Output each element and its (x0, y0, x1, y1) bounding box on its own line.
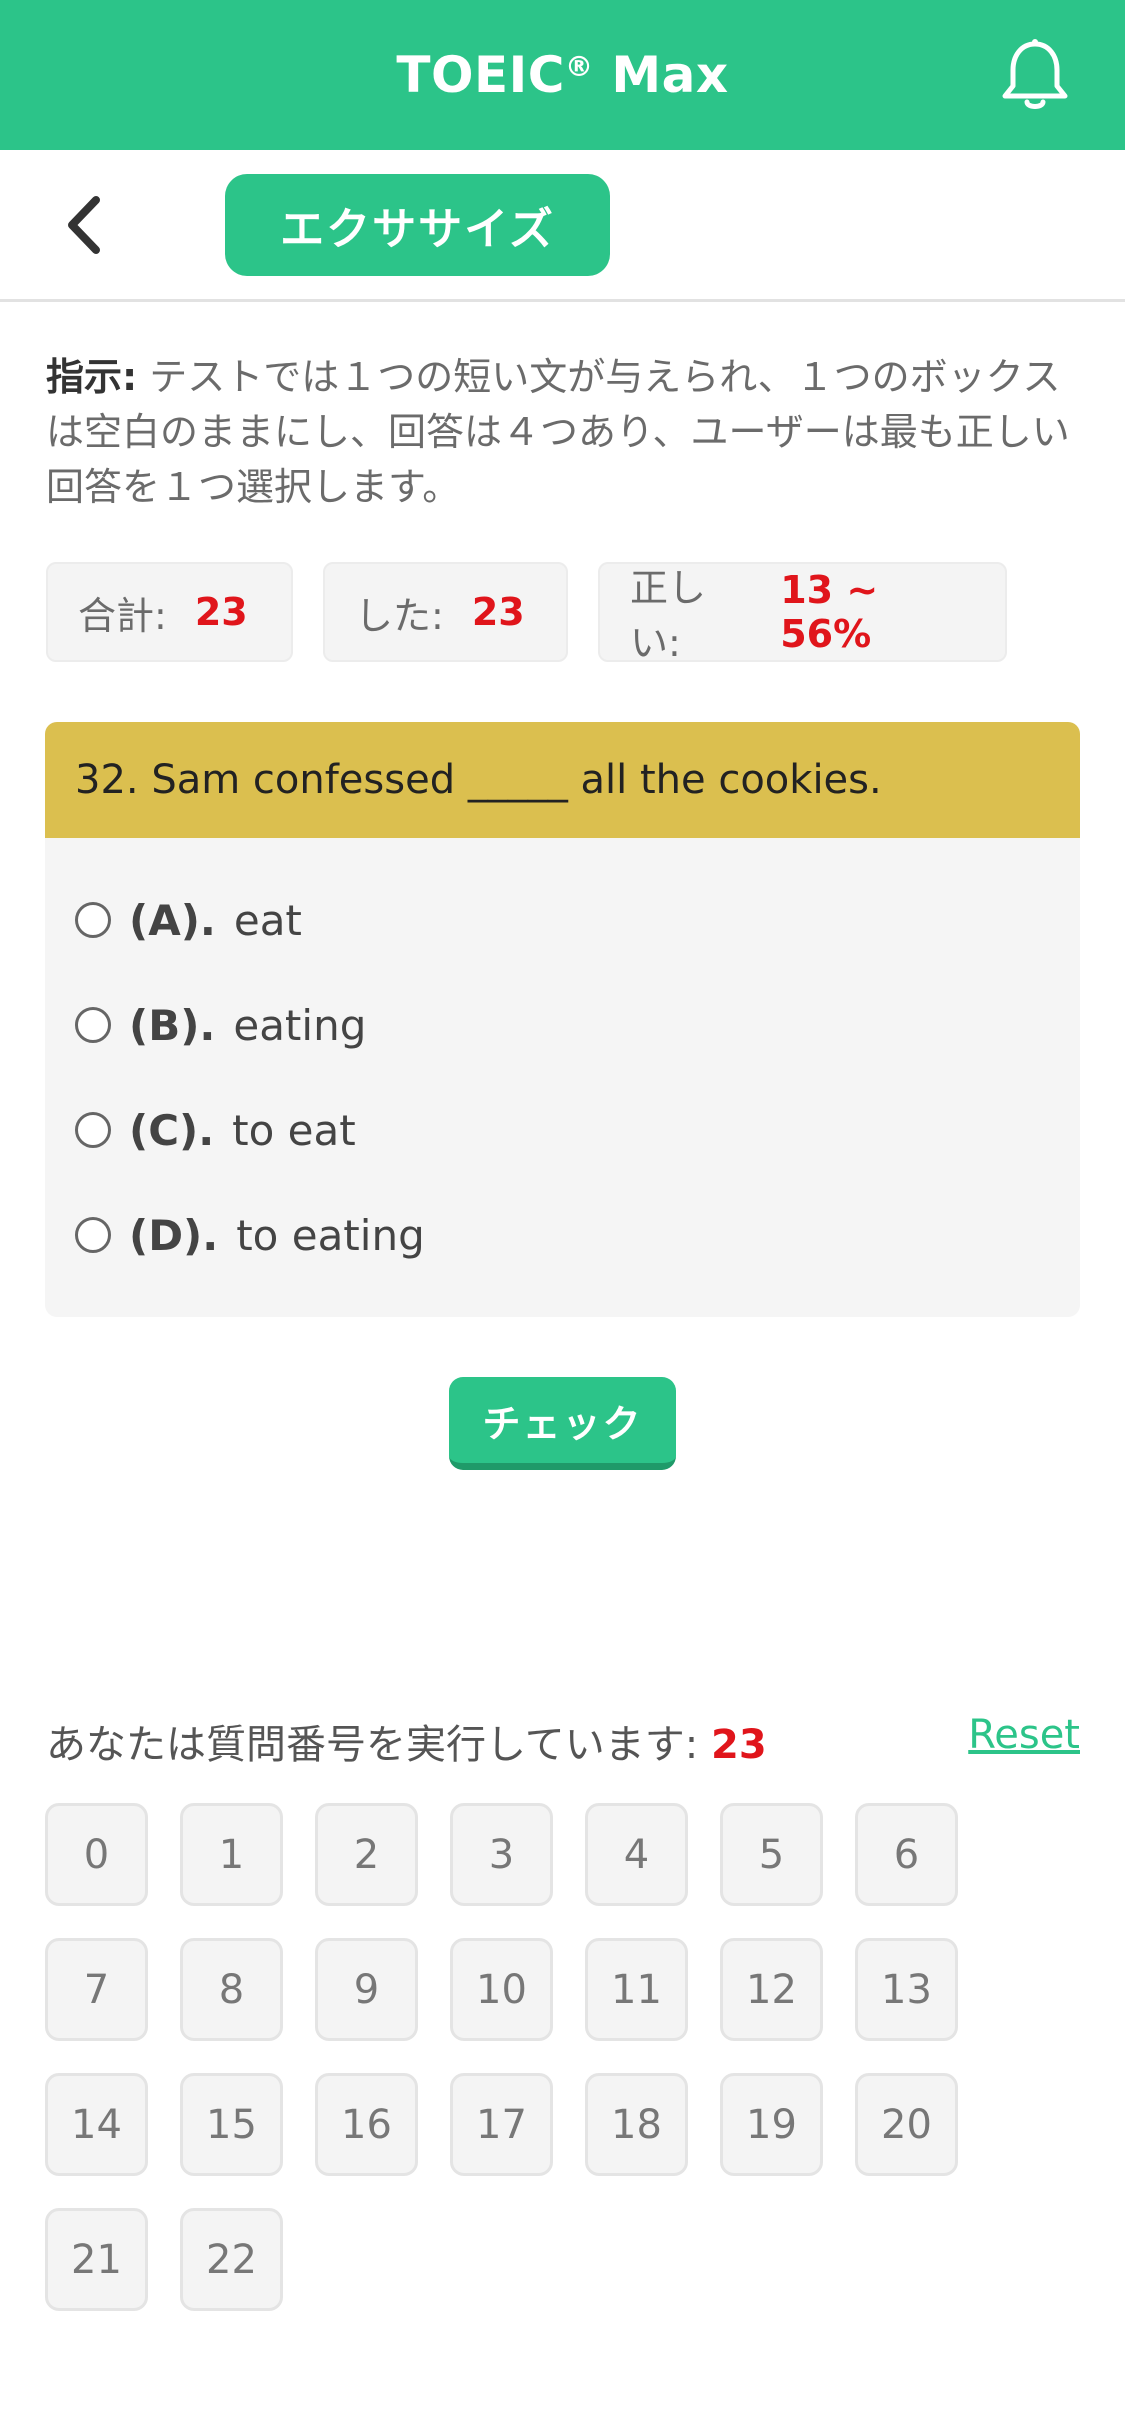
option-letter: (B). (129, 1000, 216, 1050)
stat-total-label: 合計: (78, 593, 167, 638)
bell-icon[interactable] (995, 36, 1075, 116)
option-text: to eat (232, 1105, 356, 1155)
toolbar: エクササイズ (0, 150, 1125, 302)
reset-link[interactable]: Reset (968, 1712, 1080, 1758)
radio-d[interactable] (75, 1217, 111, 1253)
stat-correct-value: 13 ~ 56% (780, 568, 879, 656)
question-number-button[interactable]: 7 (45, 1938, 148, 2041)
question-number-button[interactable]: 6 (855, 1803, 958, 1906)
stat-done-label: した: (355, 593, 444, 638)
question-number-button[interactable]: 5 (720, 1803, 823, 1906)
question-number-button[interactable]: 11 (585, 1938, 688, 2041)
question-number-button[interactable]: 2 (315, 1803, 418, 1906)
app-title-text: TOEIC (396, 46, 565, 104)
option-c[interactable]: (C). to eat (75, 1100, 356, 1160)
stat-correct-label: 正しい: (630, 566, 707, 665)
option-text: to eating (236, 1210, 425, 1260)
radio-c[interactable] (75, 1112, 111, 1148)
option-letter: (C). (129, 1105, 215, 1155)
question-card: 32. Sam confessed _____ all the cookies.… (45, 722, 1080, 1317)
option-letter: (A). (129, 895, 216, 945)
question-number-button[interactable]: 3 (450, 1803, 553, 1906)
instruction-label: 指示: (46, 355, 138, 399)
stat-correct: 正しい: 13 ~ 56% (598, 562, 1007, 665)
tab-exercise[interactable]: エクササイズ (225, 174, 610, 276)
back-button[interactable] (58, 190, 118, 260)
question-number-button[interactable]: 22 (180, 2208, 283, 2311)
stat-done: した: 23 (323, 562, 568, 662)
option-letter: (D). (129, 1210, 219, 1260)
question-number-button[interactable]: 1 (180, 1803, 283, 1906)
option-text: eat (233, 895, 302, 945)
instruction-text: 指示: テストでは１つの短い文が与えられ、１つのボックスは空白のままにし、回答は… (46, 350, 1086, 515)
app-header: TOEIC® Max (0, 0, 1125, 150)
question-number-button[interactable]: 13 (855, 1938, 958, 2041)
stat-done-value: 23 (471, 590, 525, 634)
question-number-button[interactable]: 14 (45, 2073, 148, 2176)
question-number-button[interactable]: 21 (45, 2208, 148, 2311)
progress-label-text: あなたは質問番号を実行しています: (46, 1722, 699, 1768)
option-d[interactable]: (D). to eating (75, 1205, 425, 1265)
stats-row: 合計: 23 した: 23 正しい: 13 ~ 56% (46, 562, 1007, 665)
question-number-button[interactable]: 18 (585, 2073, 688, 2176)
stat-total-value: 23 (194, 590, 248, 634)
question-number-button[interactable]: 4 (585, 1803, 688, 1906)
check-button[interactable]: チェック (449, 1377, 676, 1470)
app-title-suffix: Max (593, 46, 729, 104)
stat-total: 合計: 23 (46, 562, 293, 662)
question-number-button[interactable]: 16 (315, 2073, 418, 2176)
radio-b[interactable] (75, 1007, 111, 1043)
question-number-button[interactable]: 17 (450, 2073, 553, 2176)
question-text: 32. Sam confessed _____ all the cookies. (45, 722, 1080, 838)
question-number-button[interactable]: 19 (720, 2073, 823, 2176)
question-number-button[interactable]: 15 (180, 2073, 283, 2176)
question-number-button[interactable]: 8 (180, 1938, 283, 2041)
instruction-body: テストでは１つの短い文が与えられ、１つのボックスは空白のままにし、回答は４つあり… (46, 355, 1070, 509)
question-number-button[interactable]: 9 (315, 1938, 418, 2041)
app-title-registered: ® (564, 50, 594, 83)
question-number-button[interactable]: 20 (855, 2073, 958, 2176)
question-number-button[interactable]: 10 (450, 1938, 553, 2041)
radio-a[interactable] (75, 902, 111, 938)
option-text: eating (233, 1000, 367, 1050)
question-number-button[interactable]: 0 (45, 1803, 148, 1906)
app-title: TOEIC® Max (396, 46, 728, 104)
question-number-button[interactable]: 12 (720, 1938, 823, 2041)
chevron-left-icon (68, 196, 100, 254)
option-b[interactable]: (B). eating (75, 995, 366, 1055)
option-a[interactable]: (A). eat (75, 890, 302, 950)
progress-value: 23 (711, 1722, 767, 1768)
progress-label: あなたは質問番号を実行しています: 23 (46, 1712, 767, 1770)
